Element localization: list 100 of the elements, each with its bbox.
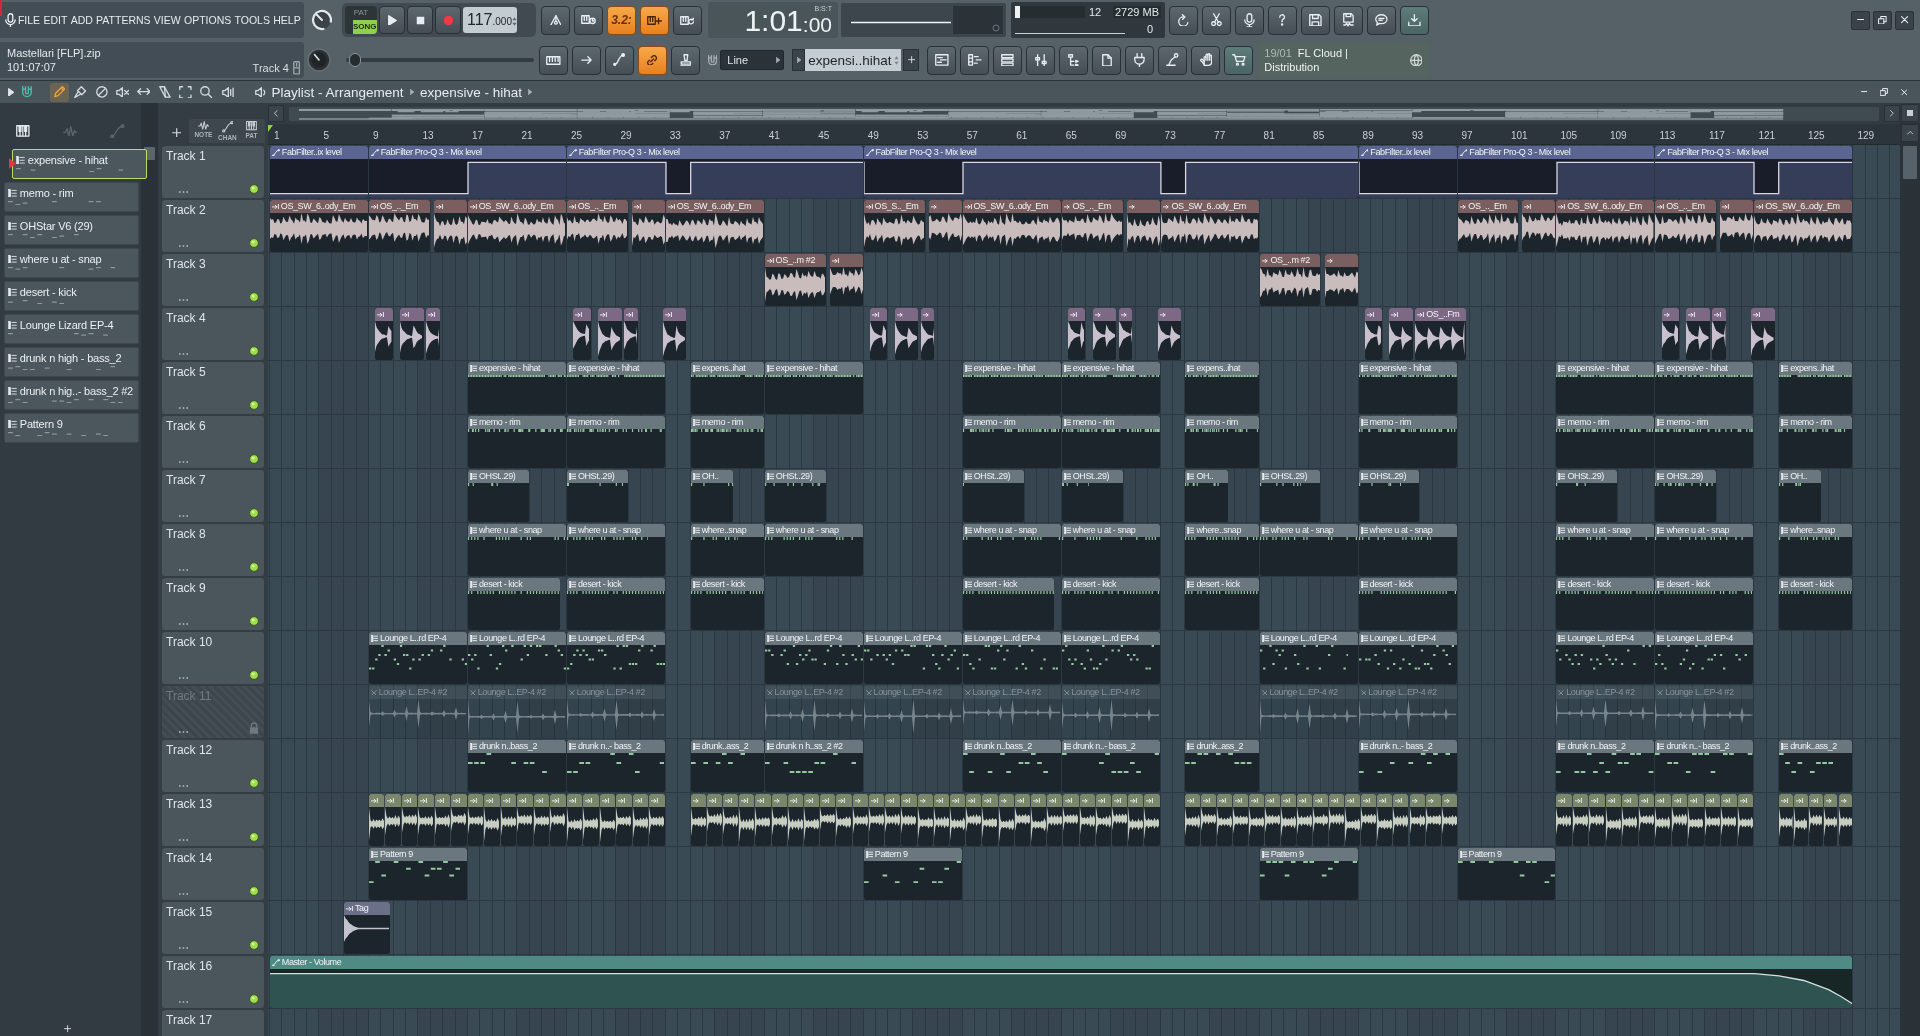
undo-button[interactable] — [1169, 5, 1198, 35]
clip-header[interactable]: Lounge L..rd EP-4 — [863, 632, 962, 645]
clip-header[interactable]: expens..ihat — [1779, 362, 1853, 375]
clip-header[interactable]: desert - kick — [467, 578, 560, 591]
clip-header[interactable] — [1118, 308, 1133, 321]
pattern-item[interactable]: where u at - snap — [4, 248, 139, 278]
audio-clip[interactable] — [804, 794, 820, 846]
clip-header[interactable] — [1377, 794, 1393, 807]
menu-item[interactable]: VIEW — [153, 13, 181, 27]
audio-clip[interactable] — [467, 794, 484, 846]
track-header[interactable]: Track 1 — [162, 146, 264, 198]
clip-header[interactable]: desert - kick — [1655, 578, 1754, 591]
export-button[interactable] — [1334, 5, 1363, 35]
audio-clip[interactable] — [566, 794, 583, 846]
clip-header[interactable] — [1281, 794, 1297, 807]
clip-header[interactable]: OS_S.._Em — [863, 200, 925, 213]
audio-clip[interactable]: OS_SW_6..ody_Em — [467, 200, 566, 252]
pattern-clip[interactable]: OHSt..29) — [1358, 470, 1420, 522]
play-button[interactable] — [379, 6, 405, 34]
plus-icon[interactable] — [64, 1025, 72, 1033]
pattern-arrow-button[interactable] — [792, 49, 806, 71]
pattern-clip[interactable]: drunk n..- bass_2 — [1655, 740, 1754, 792]
audio-clip[interactable] — [1249, 794, 1265, 846]
clip-header[interactable] — [616, 794, 632, 807]
pattern-clip[interactable]: Lounge L..rd EP-4 — [467, 632, 566, 684]
clip-header[interactable] — [500, 794, 517, 807]
pattern-clip[interactable]: OHSt..29) — [467, 470, 529, 522]
audio-clip[interactable] — [1297, 794, 1313, 846]
clip-header[interactable]: OH.. — [1185, 470, 1228, 483]
more-icon[interactable] — [178, 352, 189, 356]
clip-header[interactable]: FabFilter..ix level — [1358, 146, 1457, 159]
clip-header[interactable] — [804, 794, 820, 807]
clip-header[interactable] — [368, 794, 385, 807]
clip-header[interactable]: expens..ihat — [690, 362, 764, 375]
more-icon[interactable] — [178, 1000, 189, 1004]
audio-clip[interactable]: OS_SW_6..ody_Em — [1160, 200, 1259, 252]
clip-header[interactable]: drunk n..- bass_2 — [1655, 740, 1754, 753]
clip-header[interactable] — [820, 794, 836, 807]
lamp-button[interactable] — [1158, 45, 1188, 75]
audio-clip[interactable] — [949, 794, 966, 846]
status-led-icon[interactable] — [249, 400, 259, 410]
stamp-button[interactable] — [671, 45, 700, 75]
clip-header[interactable]: expensive - hihat — [764, 362, 863, 375]
audio-clip[interactable]: OS_SW_6..ody_Em — [665, 200, 764, 252]
clip-header[interactable] — [1364, 308, 1383, 321]
automation-clip[interactable]: Master - Volume — [270, 956, 1853, 1008]
clip-header[interactable] — [928, 200, 962, 213]
audio-clip[interactable] — [418, 794, 434, 846]
plugin-button[interactable] — [1125, 45, 1155, 75]
pattern-item[interactable]: desert - kick — [4, 281, 139, 311]
pattern-clip[interactable]: Pattern 9 — [1457, 848, 1556, 900]
clip-header[interactable] — [1095, 794, 1111, 807]
clip-header[interactable] — [1324, 254, 1358, 267]
clip-header[interactable]: memo - rim — [1779, 416, 1853, 429]
pattern-clip[interactable]: expensive - hihat — [764, 362, 863, 414]
speaker-icon[interactable] — [255, 86, 266, 98]
audio-clip[interactable]: OS_..m #2 — [764, 254, 826, 306]
audio-clip[interactable] — [1638, 794, 1655, 846]
arrow-button[interactable] — [572, 45, 601, 75]
clip-header[interactable]: where u at - snap — [1655, 524, 1754, 537]
clip-header[interactable]: where u at - snap — [1259, 524, 1358, 537]
menu-item[interactable]: PATTERNS — [96, 13, 151, 27]
audio-clip[interactable] — [1686, 308, 1711, 360]
audio-clip[interactable] — [599, 794, 616, 846]
audio-clip[interactable] — [1063, 794, 1079, 846]
clip-header[interactable]: desert - kick — [690, 578, 764, 591]
clip-header[interactable] — [649, 794, 665, 807]
menu-item[interactable]: EDIT — [43, 13, 68, 27]
plus-icon[interactable] — [172, 127, 182, 137]
audio-clip[interactable] — [1345, 794, 1361, 846]
audio-clip[interactable] — [533, 794, 550, 846]
audio-clip[interactable] — [1281, 794, 1297, 846]
audio-clip[interactable] — [1092, 308, 1117, 360]
clip-header[interactable]: expensive - hihat — [1061, 362, 1160, 375]
clip-header[interactable] — [894, 308, 919, 321]
clip-header[interactable]: memo - rim — [566, 416, 665, 429]
clip-header[interactable] — [425, 308, 440, 321]
clip-header[interactable] — [418, 794, 434, 807]
pattern-clip[interactable]: where u at - snap — [764, 524, 863, 576]
track-header[interactable]: Track 12 — [162, 740, 264, 792]
audio-clip[interactable] — [1393, 794, 1409, 846]
audio-clip[interactable] — [1712, 308, 1727, 360]
clip-header[interactable] — [966, 794, 982, 807]
step-edit-button[interactable] — [640, 5, 669, 35]
slide-button[interactable] — [605, 45, 634, 75]
audio-clip[interactable] — [1622, 794, 1638, 846]
clip-header[interactable]: drunk n..bass_2 — [1556, 740, 1655, 753]
track-header[interactable]: Track 13 — [162, 794, 264, 846]
clip-header[interactable] — [1297, 794, 1313, 807]
clip-header[interactable] — [583, 794, 599, 807]
clip-header[interactable] — [434, 794, 451, 807]
more-icon[interactable] — [178, 190, 189, 194]
clip-header[interactable]: FabFilter Pro-Q 3 - Mix level — [863, 146, 1358, 159]
clip-header[interactable]: Tag — [344, 902, 390, 915]
clip-header[interactable] — [1793, 794, 1808, 807]
clip-header[interactable] — [949, 794, 966, 807]
pattern-clip[interactable]: Lounge L..rd EP-4 — [1556, 632, 1655, 684]
snap-dropdown[interactable]: Line — [720, 50, 785, 70]
audio-clip[interactable] — [573, 308, 591, 360]
pattern-selector[interactable]: expensi..hihat — [805, 49, 902, 71]
